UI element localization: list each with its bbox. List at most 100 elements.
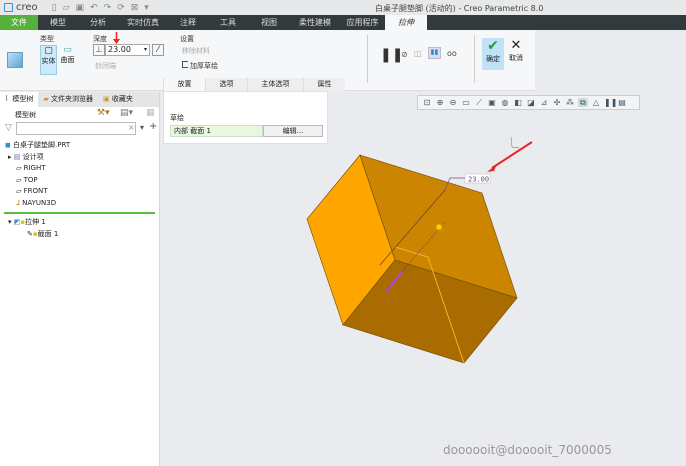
columns-icon[interactable]: ▦	[146, 108, 155, 118]
tree-item-front[interactable]: ▱ FRONT	[0, 186, 159, 198]
tab-properties[interactable]: 属性	[303, 78, 345, 91]
measure-icon[interactable]: △	[591, 98, 601, 107]
perspective-icon[interactable]: ◪	[526, 98, 536, 107]
csys-display-icon[interactable]: ⧉	[578, 98, 588, 107]
part-icon: ◼	[5, 141, 11, 149]
tab-favorites[interactable]: ▣ 收藏夹	[98, 92, 138, 107]
tab-label: 收藏夹	[111, 95, 133, 103]
item-label: NAYUN3D	[22, 198, 57, 207]
datum-plane-icon: ▱	[16, 175, 22, 184]
feature-preview-icon[interactable]: ◫	[414, 49, 422, 58]
tab-model-tree[interactable]: ⠇ 模型树	[0, 92, 39, 107]
cancel-button[interactable]: ✕ 取消	[506, 38, 526, 70]
app-name: creo	[16, 2, 38, 13]
depth-dimension[interactable]: 23.00	[468, 176, 489, 184]
depth-value: 23.00	[108, 45, 131, 54]
thicken-sketch-option[interactable]: 加厚草绘	[182, 61, 218, 71]
undo-icon[interactable]: ↶	[90, 3, 98, 13]
open-icon[interactable]: ▱	[63, 3, 70, 13]
redo-icon[interactable]: ↷	[104, 3, 112, 13]
depth-input[interactable]: 23.00 ▾	[105, 44, 150, 56]
clear-icon[interactable]: ×	[128, 123, 135, 132]
filter-icon[interactable]: ▽	[5, 123, 12, 133]
windows-icon[interactable]: ⊠	[131, 3, 139, 13]
close-ends-option[interactable]: 封闭端	[95, 61, 116, 71]
zoom-out-icon[interactable]: ⊖	[448, 98, 458, 107]
refit-icon[interactable]: ⊡	[422, 98, 432, 107]
ok-label: 确定	[486, 55, 500, 63]
menu-file[interactable]: 文件	[0, 15, 38, 30]
annotation-marker	[113, 32, 120, 44]
regenerate-icon[interactable]: ⟳	[117, 3, 125, 13]
tab-placement[interactable]: 放置	[163, 78, 205, 91]
saved-views-icon[interactable]: ▣	[487, 98, 497, 107]
surface-button[interactable]: ▭ 曲面	[59, 45, 76, 75]
menu-flexible[interactable]: 柔性建模	[290, 15, 340, 30]
section-icon[interactable]: ▤	[617, 98, 627, 107]
tree-item-design-items[interactable]: ▸ ▤ 设计项	[0, 152, 159, 164]
display-style-icon[interactable]: ◍	[500, 98, 510, 107]
solid-button[interactable]: ▢ 实体	[40, 45, 57, 75]
menu-bar: 文件 模型 分析 实时仿真 注释 工具 视图 柔性建模 应用程序 拉伸	[0, 15, 686, 30]
menu-tools[interactable]: 工具	[208, 15, 248, 30]
menu-analysis[interactable]: 分析	[78, 15, 118, 30]
tree-item-section[interactable]: ✎▪截面 1	[0, 229, 159, 241]
tab-body-options[interactable]: 主体选项	[247, 78, 303, 91]
csys-y-axis	[510, 136, 513, 148]
menu-view[interactable]: 视图	[248, 15, 290, 30]
depth-type-icon[interactable]: ⊥	[93, 44, 105, 56]
menu-annotate[interactable]: 注释	[168, 15, 208, 30]
menu-applications[interactable]: 应用程序	[340, 15, 385, 30]
tree-item-csys[interactable]: ⅃ NAYUN3D	[0, 198, 159, 210]
flip-direction-icon[interactable]: ⁄	[152, 44, 164, 56]
reorient-icon[interactable]: ⟋	[474, 98, 484, 107]
folder-icon: ▰	[43, 95, 49, 103]
repaint-icon[interactable]: ▭	[461, 98, 471, 107]
menu-model[interactable]: 模型	[38, 15, 78, 30]
spin-center-icon[interactable]: ⁂	[565, 98, 575, 107]
datum-display-icon[interactable]: ⊿	[539, 98, 549, 107]
tree-item-right[interactable]: ▱ RIGHT	[0, 163, 159, 175]
watermark: doooooit@dooooit_7000005	[443, 443, 612, 457]
title-bar: creo ▯ ▱ ▣ ↶ ↷ ⟳ ⊠ ▾ 白桌子腿垫脚 (活动的) - Creo Parame…	[0, 0, 686, 15]
pause-icon[interactable]: ❚❚	[604, 98, 617, 107]
dashboard-tabs: 放置 选项 主体选项 属性	[163, 78, 345, 91]
tree-item-extrude[interactable]: ▾ ◩▪拉伸 1	[0, 217, 159, 229]
expand-icon[interactable]: ▸	[8, 153, 12, 161]
depth-label: 深度	[93, 35, 107, 43]
tree-item-part[interactable]: ◼ 白桌子腿垫脚.PRT	[0, 140, 159, 152]
tree-item-top[interactable]: ▱ TOP	[0, 175, 159, 187]
add-icon[interactable]: +	[149, 121, 157, 132]
tab-options[interactable]: 选项	[205, 78, 247, 91]
ok-button[interactable]: ✔ 确定	[482, 38, 504, 70]
view-manager-icon[interactable]: ◧	[513, 98, 523, 107]
customize-icon[interactable]: ▾	[144, 3, 149, 13]
tree-search-input[interactable]	[16, 122, 136, 135]
quick-access-toolbar: ▯ ▱ ▣ ↶ ↷ ⟳ ⊠ ▾	[52, 3, 149, 13]
csys-x-axis	[511, 146, 520, 149]
no-preview-icon[interactable]: ⊘	[401, 50, 408, 59]
insert-indicator[interactable]	[4, 212, 155, 214]
menu-extrude[interactable]: 拉伸	[385, 15, 427, 30]
datum-plane-icon: ▱	[16, 187, 22, 195]
thicken-sketch-label: 加厚草绘	[190, 62, 218, 70]
chevron-down-icon[interactable]: ▾	[144, 45, 147, 55]
tab-folder-browser[interactable]: ▰ 文件夹浏览器	[38, 92, 98, 107]
verify-icon[interactable]: ▮▮	[428, 47, 441, 59]
new-icon[interactable]: ▯	[52, 3, 57, 13]
show-icon[interactable]: ▤▾	[120, 108, 133, 118]
menu-simulation[interactable]: 实时仿真	[118, 15, 168, 30]
tree-header: 模型树	[15, 111, 36, 119]
drag-handle[interactable]	[435, 223, 443, 231]
chevron-down-icon[interactable]: ▾	[140, 123, 144, 132]
save-icon[interactable]: ▣	[76, 3, 85, 13]
remove-material-option[interactable]: 移除材料	[182, 46, 210, 56]
checkmark-icon: ✔	[487, 38, 499, 54]
collapse-icon[interactable]: ▾	[8, 218, 12, 226]
model-viewport[interactable]: 23.00	[160, 110, 686, 466]
zoom-in-icon[interactable]: ⊕	[435, 98, 445, 107]
pause-icon[interactable]: ❚❚	[380, 47, 403, 63]
settings-icon[interactable]: ⚒▾	[97, 108, 110, 118]
annotation-display-icon[interactable]: ✣	[552, 98, 562, 107]
glasses-icon[interactable]: oo	[447, 49, 457, 58]
